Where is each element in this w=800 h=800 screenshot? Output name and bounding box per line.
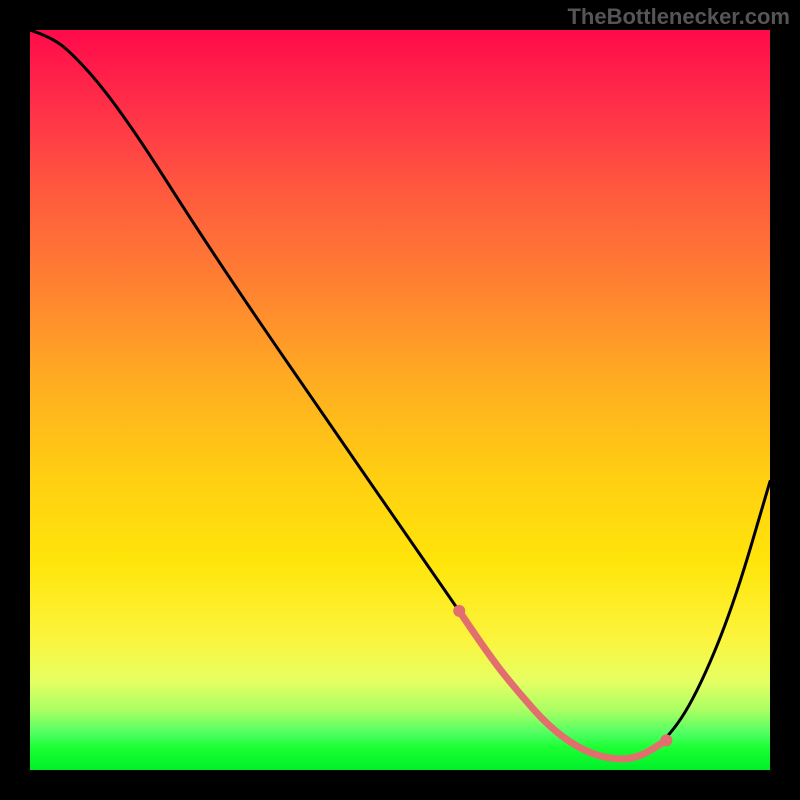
- plot-area: [30, 30, 770, 770]
- curve-line: [30, 30, 770, 759]
- bottleneck-curve: [30, 30, 770, 770]
- plot-frame: [30, 30, 770, 770]
- highlight-end-dot: [660, 734, 672, 746]
- highlight-segment: [459, 611, 666, 759]
- watermark-text: TheBottlenecker.com: [567, 4, 790, 30]
- highlight-start-dot: [453, 605, 465, 617]
- chart-root: TheBottlenecker.com: [0, 0, 800, 800]
